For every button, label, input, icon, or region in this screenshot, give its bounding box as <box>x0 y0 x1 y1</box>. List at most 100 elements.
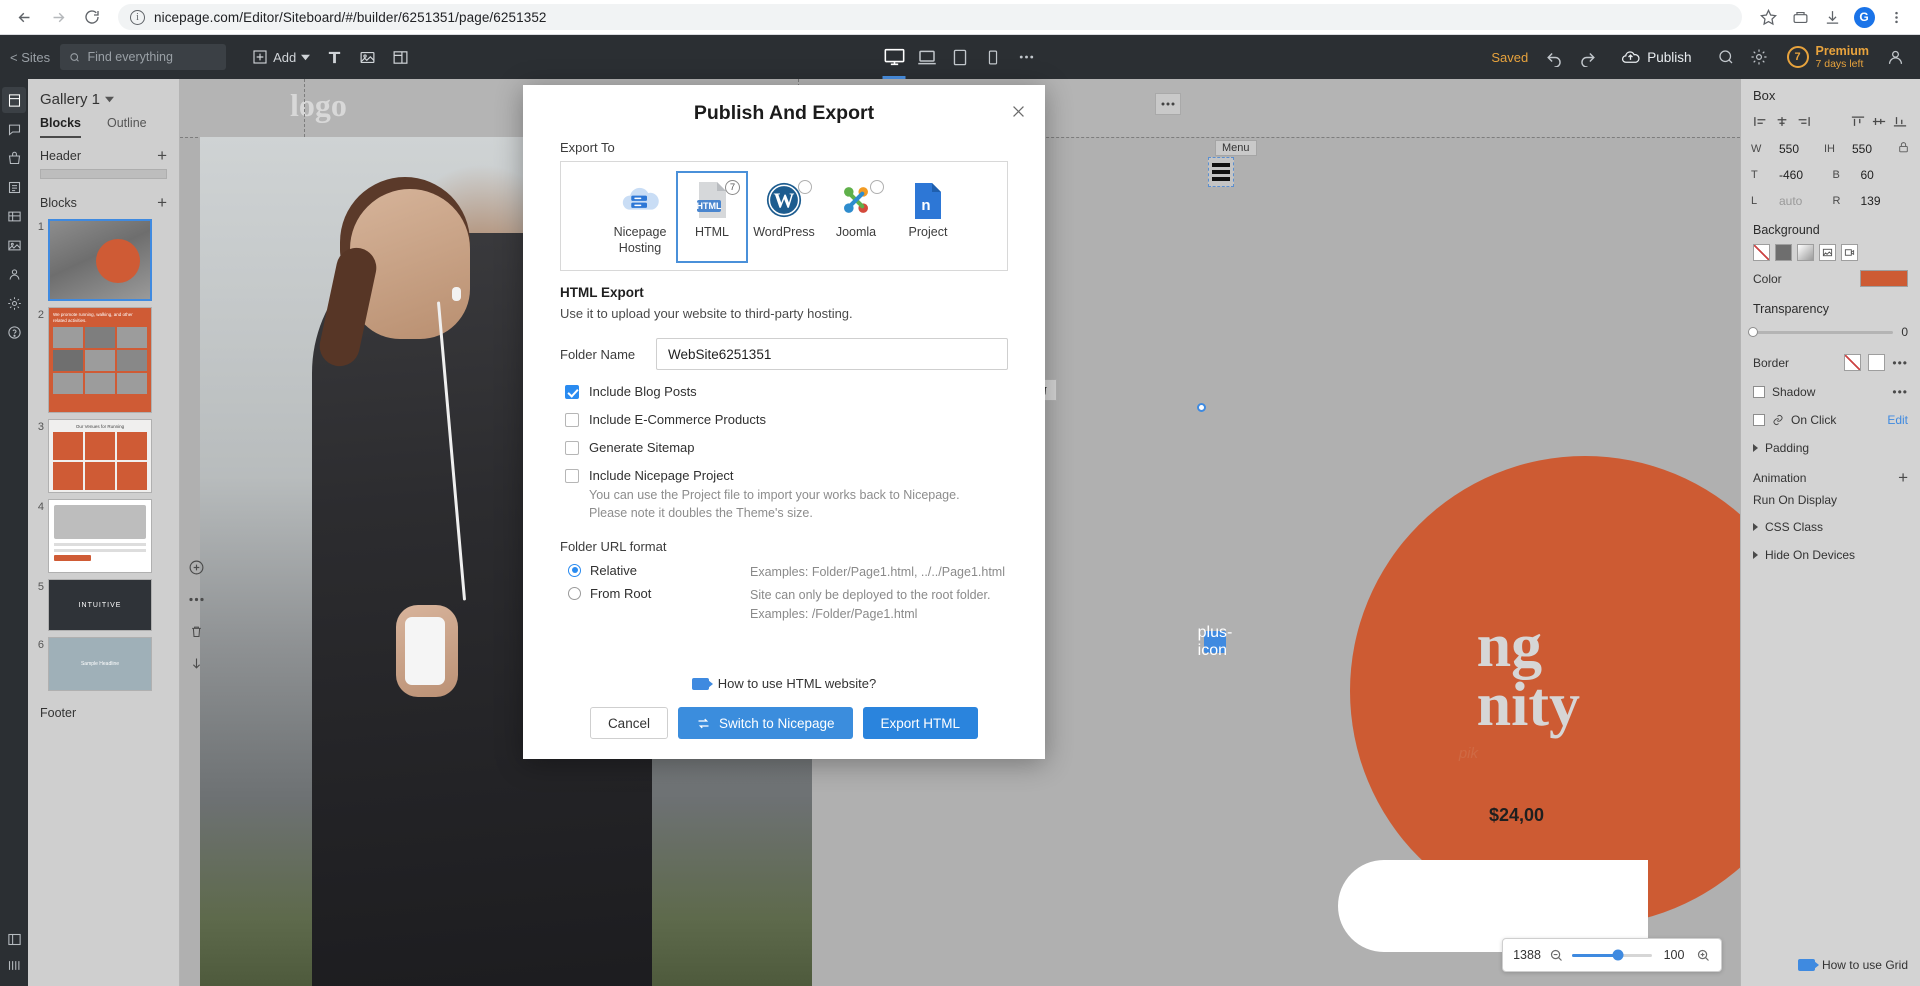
zoom-controls[interactable]: 1388 100 <box>1502 938 1722 972</box>
background-video-swatch[interactable] <box>1841 244 1858 261</box>
rail-pages-icon[interactable] <box>2 87 26 113</box>
kebab-menu-icon[interactable] <box>1882 3 1910 31</box>
align-center-h-icon[interactable] <box>1774 114 1790 128</box>
shadow-more-icon[interactable]: ••• <box>1892 385 1908 399</box>
search-box[interactable] <box>60 44 227 70</box>
settings-button[interactable] <box>1744 42 1774 72</box>
checkbox-box[interactable] <box>565 441 579 456</box>
background-none-swatch[interactable] <box>1753 244 1770 261</box>
top-value[interactable]: -460 <box>1775 166 1829 184</box>
rail-store-icon[interactable] <box>2 145 26 171</box>
animation-value[interactable]: Run On Display <box>1741 493 1920 513</box>
align-middle-icon[interactable] <box>1871 114 1887 128</box>
browser-forward-button[interactable] <box>44 3 72 31</box>
height-value[interactable]: 550 <box>1848 140 1893 158</box>
resize-handle[interactable] <box>1197 403 1206 412</box>
lock-icon[interactable] <box>1897 141 1910 157</box>
radio-button[interactable] <box>568 587 581 601</box>
radio-from-root[interactable]: From Root Site can only be deployed to t… <box>560 586 1008 624</box>
right-value[interactable]: 139 <box>1857 192 1911 210</box>
publish-button[interactable]: Publish <box>1609 42 1703 72</box>
checkbox-include-project[interactable]: Include Nicepage Project <box>560 468 1008 484</box>
block-thumbnail-2[interactable]: We promote running, walking, and other r… <box>48 307 152 413</box>
menu-burger-icon[interactable] <box>1208 157 1234 187</box>
add-element-button[interactable]: plus-icon <box>1198 624 1233 659</box>
add-animation-icon[interactable]: + <box>1898 469 1908 486</box>
left-value[interactable]: auto <box>1775 192 1829 210</box>
block-options-button[interactable] <box>1155 93 1181 115</box>
site-info-icon[interactable]: i <box>130 9 145 25</box>
transparency-value[interactable]: 0 <box>1901 325 1908 339</box>
device-tablet-button[interactable] <box>945 41 976 73</box>
radio-relative[interactable]: Relative Examples: Folder/Page1.html, ..… <box>560 563 1008 582</box>
checkbox-generate-sitemap[interactable]: Generate Sitemap <box>560 440 1008 456</box>
star-icon[interactable] <box>1754 3 1782 31</box>
howto-html-link[interactable]: How to use HTML website? <box>523 676 1045 691</box>
hero-heading[interactable]: ng nity <box>1477 615 1580 737</box>
rail-comments-icon[interactable] <box>2 116 26 142</box>
checkbox-include-blog-posts[interactable]: Include Blog Posts <box>560 384 1008 400</box>
animation-row[interactable]: Animation + <box>1741 462 1920 493</box>
export-target-project[interactable]: n Project <box>892 171 964 263</box>
checkbox-box[interactable] <box>565 413 579 428</box>
rail-forms-icon[interactable] <box>2 174 26 200</box>
list-item[interactable]: 3 Our Venues for Running <box>28 416 179 496</box>
device-desktop-button[interactable] <box>879 41 910 79</box>
block-thumbnail-5[interactable]: INTUITIVE <box>48 579 152 631</box>
list-item[interactable]: 4 <box>28 496 179 576</box>
redo-button[interactable] <box>1572 42 1602 72</box>
zoom-out-icon[interactable] <box>1549 948 1564 963</box>
close-icon[interactable] <box>1007 100 1029 122</box>
background-color-swatch[interactable] <box>1775 244 1792 261</box>
border-more-icon[interactable]: ••• <box>1892 356 1908 370</box>
block-more-icon[interactable] <box>186 589 206 609</box>
block-move-down-icon[interactable] <box>186 653 206 673</box>
howto-grid-link[interactable]: How to use Grid <box>1797 958 1908 972</box>
sites-link[interactable]: < Sites <box>10 50 50 65</box>
canvas-width-value[interactable]: 1388 <box>1513 948 1541 962</box>
border-style-swatch[interactable] <box>1868 354 1886 371</box>
background-image-swatch[interactable] <box>1819 244 1836 261</box>
add-header-icon[interactable]: + <box>157 147 167 164</box>
device-laptop-button[interactable] <box>912 41 943 73</box>
checkbox-box[interactable] <box>565 385 579 400</box>
export-target-joomla[interactable]: Joomla <box>820 171 892 263</box>
zoom-level-value[interactable]: 100 <box>1660 948 1688 962</box>
checkbox-box[interactable] <box>565 469 579 484</box>
zoom-in-icon[interactable] <box>1696 948 1711 963</box>
align-left-icon[interactable] <box>1753 114 1769 128</box>
padding-row[interactable]: Padding <box>1741 434 1920 462</box>
onclick-checkbox[interactable] <box>1753 414 1765 426</box>
rail-people-icon[interactable] <box>2 261 26 287</box>
rail-settings-icon[interactable] <box>2 290 26 316</box>
rail-help-icon[interactable] <box>2 319 26 345</box>
device-mobile-button[interactable] <box>978 41 1009 73</box>
device-more-button[interactable] <box>1011 41 1042 73</box>
add-block-circle-icon[interactable] <box>186 557 206 577</box>
cssclass-row[interactable]: CSS Class <box>1741 513 1920 541</box>
expand-triangle-icon[interactable] <box>1753 523 1758 531</box>
shadow-checkbox[interactable] <box>1753 386 1765 398</box>
transparency-slider[interactable] <box>1748 327 1894 337</box>
browser-back-button[interactable] <box>10 3 38 31</box>
add-button[interactable]: Add <box>244 42 318 72</box>
search-input[interactable] <box>87 50 218 64</box>
block-delete-icon[interactable] <box>186 621 206 641</box>
browser-reload-button[interactable] <box>78 3 106 31</box>
list-item[interactable]: 1 <box>28 216 179 304</box>
align-right-icon[interactable] <box>1795 114 1811 128</box>
download-icon[interactable] <box>1818 3 1846 31</box>
tab-outline[interactable]: Outline <box>107 116 147 138</box>
color-swatch[interactable] <box>1860 270 1908 287</box>
block-thumbnail-4[interactable] <box>48 499 152 573</box>
export-target-html[interactable]: HTML 7 HTML <box>676 171 748 264</box>
export-target-wordpress[interactable]: W WordPress <box>748 171 820 263</box>
hero-subtext[interactable]: pik <box>1459 745 1478 762</box>
text-tool-button[interactable] <box>318 42 351 72</box>
rail-tables-icon[interactable] <box>2 203 26 229</box>
list-item[interactable]: 6 Sample Headline <box>28 634 179 694</box>
layout-tool-button[interactable] <box>384 42 417 72</box>
bottom-value[interactable]: 60 <box>1857 166 1911 184</box>
folder-name-input[interactable] <box>656 338 1008 371</box>
add-block-icon[interactable]: + <box>157 194 167 211</box>
